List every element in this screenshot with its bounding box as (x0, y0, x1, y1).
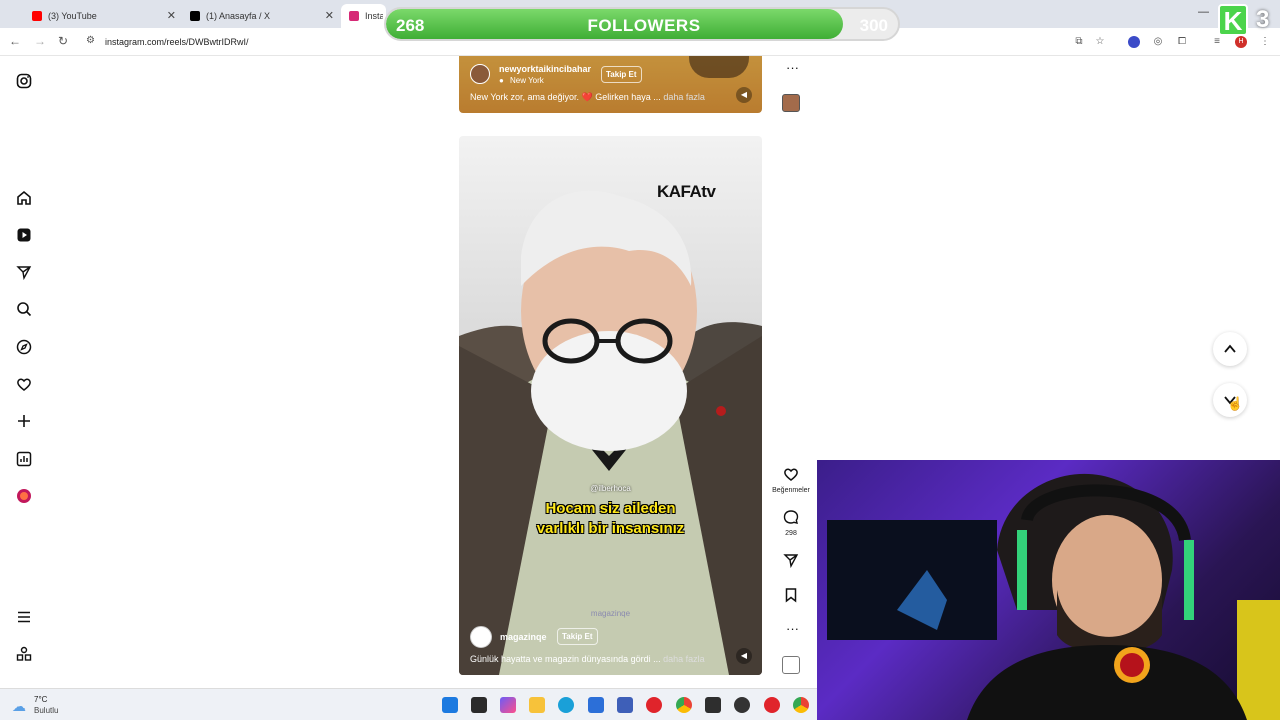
reel-caption: New York zor, ama değiyor. ❤️ Gelirken h… (470, 92, 705, 102)
weather-desc[interactable]: Bulutlu (34, 706, 58, 715)
plus-icon[interactable] (15, 413, 33, 431)
reel-username[interactable]: magazinqe (500, 632, 547, 642)
previous-reel-button[interactable] (1213, 332, 1247, 366)
mute-icon[interactable]: ◀ (736, 648, 752, 664)
video-frame-detail (689, 56, 749, 78)
location-pin-icon: ● (499, 76, 504, 85)
windows-start-icon[interactable] (442, 697, 458, 713)
dashboard-icon[interactable] (15, 451, 33, 469)
tab-youtube[interactable]: (3) YouTube ✕ (24, 4, 182, 28)
back-icon[interactable]: ← (9, 34, 21, 48)
likes-label[interactable]: Beğenmeler (765, 487, 817, 494)
tab-instagram[interactable]: Instagram (341, 4, 386, 28)
webcam-overlay (817, 460, 1280, 720)
explore-icon[interactable] (15, 339, 33, 357)
followers-current: 268 (396, 16, 425, 35)
channel-logo-number: 3 (1256, 6, 1270, 33)
close-icon[interactable]: ✕ (167, 9, 176, 22)
audio-thumbnail[interactable] (782, 94, 800, 112)
reload-icon[interactable]: ↻ (58, 34, 68, 48)
windows-taskbar: ☁ 7°C Bulutlu (0, 688, 817, 720)
reel-handle-overlay: @ilberhoca (590, 484, 631, 493)
send-icon[interactable] (15, 264, 33, 282)
install-icon[interactable]: ⧉ (1073, 36, 1085, 48)
copilot-icon[interactable] (500, 697, 516, 713)
tab-label: Instagram (365, 11, 383, 21)
followers-label: FOLLOWERS (587, 16, 701, 35)
comment-icon[interactable] (781, 509, 801, 528)
x-logo-icon (190, 11, 200, 21)
search-icon[interactable] (15, 301, 33, 319)
reel-video-frame (459, 190, 762, 675)
extension-icon[interactable] (1128, 36, 1140, 48)
profile-avatar-icon[interactable]: H (1235, 36, 1247, 48)
reels-icon[interactable] (15, 227, 33, 245)
extension-icon[interactable]: ◎ (1152, 36, 1164, 48)
mouse-cursor-icon: ☝ (1227, 396, 1244, 411)
tab-label: (3) YouTube (48, 11, 97, 21)
chrome-icon[interactable] (676, 697, 692, 713)
follow-button[interactable]: Takip Et (601, 66, 642, 83)
extensions-puzzle-icon[interactable]: ⧠ (1176, 36, 1188, 48)
forward-icon[interactable]: → (34, 34, 46, 48)
subtitle-line-2: varlıklı bir insansınız (536, 520, 685, 537)
site-info-icon[interactable]: ⚙ (86, 35, 95, 46)
app-icon[interactable] (764, 697, 780, 713)
obs-icon[interactable] (734, 697, 750, 713)
reel-current[interactable]: KAFAtv @ilberhoca Hocam siz aileden varl… (459, 136, 762, 675)
reel-previous[interactable]: newyorktaikincibahar ● New York Takip Et… (459, 56, 762, 113)
audio-thumbnail[interactable] (782, 656, 800, 674)
mute-icon[interactable]: ◀ (736, 87, 752, 103)
brand-watermark: KAFAtv (657, 182, 716, 201)
magazine-watermark: magazinqe (590, 609, 631, 618)
youtube-icon (32, 11, 42, 21)
threads-icon[interactable] (15, 646, 33, 664)
media-icon[interactable]: ≡ (1211, 36, 1223, 48)
menu-icon[interactable] (15, 609, 33, 627)
tab-x[interactable]: (1) Anasayfa / X ✕ (182, 4, 340, 28)
profile-avatar-icon[interactable] (15, 488, 33, 506)
bookmark-star-icon[interactable]: ☆ (1094, 36, 1106, 48)
edge-icon[interactable] (558, 697, 574, 713)
save-icon[interactable] (781, 587, 801, 606)
more-link[interactable]: daha fazla (663, 92, 705, 102)
chrome-icon[interactable] (793, 697, 809, 713)
more-options-icon[interactable]: ··· (786, 60, 799, 75)
share-icon[interactable] (781, 552, 801, 571)
reel-caption: Günlük hayatta ve magazin dünyasında gör… (470, 654, 705, 664)
follow-button[interactable]: Takip Et (557, 628, 598, 645)
opera-icon[interactable] (646, 697, 662, 713)
avatar[interactable] (470, 64, 490, 84)
address-bar[interactable]: instagram.com/reels/DWBwtrIDRwI/ (105, 37, 249, 47)
avatar[interactable] (470, 626, 492, 648)
comment-count: 298 (785, 530, 797, 537)
close-icon[interactable]: ✕ (325, 9, 334, 22)
heart-icon[interactable] (15, 376, 33, 394)
more-link[interactable]: daha fazla (663, 654, 705, 664)
weather-cloud-icon[interactable]: ☁ (12, 698, 26, 715)
followers-goal-bar: FOLLOWERS 268 300 (384, 7, 900, 41)
minimize-icon[interactable]: — (1198, 6, 1209, 18)
more-menu-icon[interactable]: ⋮ (1259, 36, 1271, 48)
subtitle-line-1: Hocam siz aileden (545, 500, 676, 517)
app-icon[interactable] (705, 697, 721, 713)
instagram-icon (349, 11, 359, 21)
followers-goal: 300 (859, 16, 888, 35)
file-explorer-icon[interactable] (529, 697, 545, 713)
instagram-logo-icon[interactable] (15, 73, 33, 91)
teams-icon[interactable] (617, 697, 633, 713)
home-icon[interactable] (15, 190, 33, 208)
channel-logo: K (1218, 4, 1248, 36)
store-icon[interactable] (588, 697, 604, 713)
tab-label: (1) Anasayfa / X (206, 11, 271, 21)
reel-username[interactable]: newyorktaikincibahar (499, 64, 591, 74)
task-view-icon[interactable] (471, 697, 487, 713)
more-options-icon[interactable]: ··· (786, 621, 799, 636)
weather-temp[interactable]: 7°C (34, 695, 47, 704)
like-icon[interactable] (781, 466, 801, 485)
reel-location[interactable]: New York (510, 76, 544, 85)
streamer-camera-feed (827, 473, 1280, 720)
